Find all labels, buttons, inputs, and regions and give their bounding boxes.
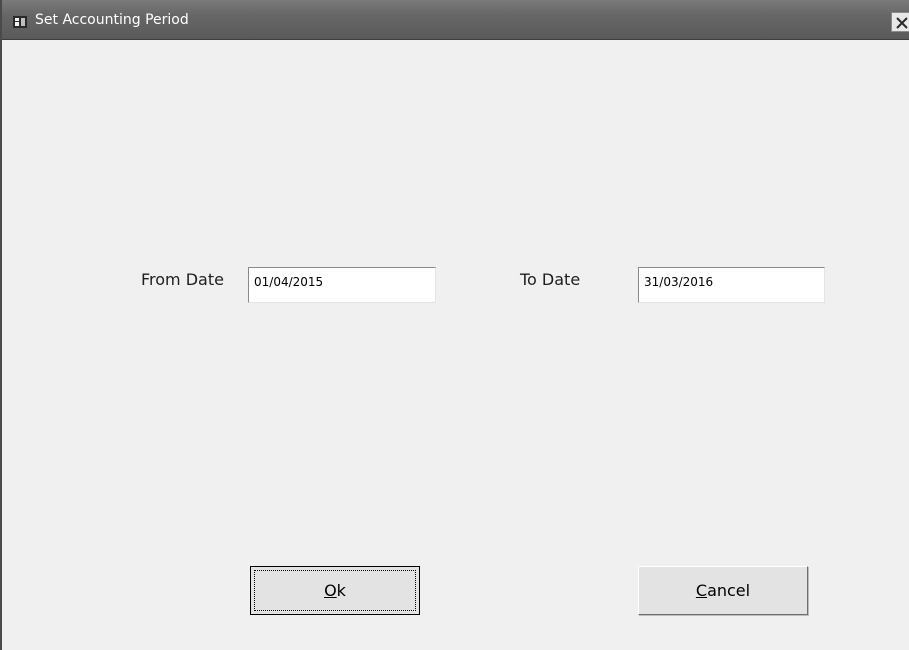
cancel-button-label: Cancel <box>696 567 750 614</box>
set-accounting-period-dialog: Set Accounting Period From Date 01/04/20… <box>0 0 909 650</box>
to-date-field[interactable]: 31/03/2016 <box>638 267 825 303</box>
from-date-label: From Date <box>141 270 224 289</box>
ok-label-rest: k <box>336 581 346 600</box>
ok-accelerator: O <box>324 581 337 600</box>
cancel-label-rest: ancel <box>707 581 751 600</box>
cancel-accelerator: C <box>695 581 708 600</box>
window-title: Set Accounting Period <box>35 12 189 28</box>
cancel-button[interactable]: Cancel <box>638 566 808 615</box>
to-date-label: To Date <box>520 270 581 289</box>
app-icon <box>13 15 27 28</box>
from-date-field[interactable]: 01/04/2015 <box>248 267 436 303</box>
close-button[interactable] <box>891 12 909 32</box>
ok-button-label: Ok <box>324 567 346 614</box>
title-bar[interactable]: Set Accounting Period <box>2 0 909 40</box>
ok-button[interactable]: Ok <box>250 566 420 615</box>
